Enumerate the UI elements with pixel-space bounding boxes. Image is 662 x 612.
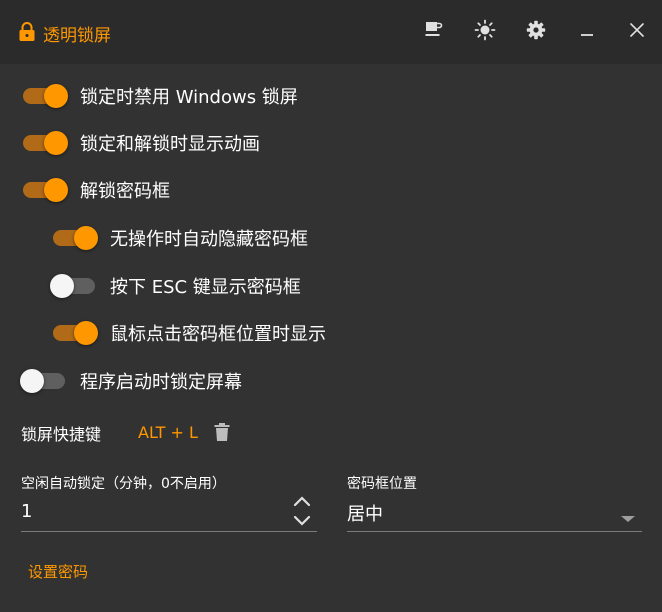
unlock-password-box-switch[interactable] — [20, 178, 68, 202]
auto-hide-box-label: 无操作时自动隐藏密码框 — [110, 229, 308, 250]
close-button[interactable] — [623, 18, 651, 46]
box-position-select[interactable]: 居中 — [347, 500, 383, 526]
switch-thumb — [20, 369, 44, 393]
setting-lock-on-start: 程序启动时锁定屏幕 — [20, 368, 242, 394]
minimize-icon — [579, 22, 595, 42]
switch-thumb — [44, 131, 68, 155]
stepper-up-icon[interactable] — [292, 493, 312, 512]
switch-thumb — [44, 84, 68, 108]
lock-on-start-label: 程序启动时锁定屏幕 — [80, 372, 242, 393]
trash-icon[interactable] — [213, 422, 231, 446]
minimize-button[interactable] — [573, 18, 601, 46]
setting-auto-hide-box: 无操作时自动隐藏密码框 — [50, 225, 308, 251]
switch-thumb — [74, 226, 98, 250]
idle-lock-underline — [21, 531, 317, 532]
app-window: 透明锁屏 锁定时禁用 Windows 锁屏 锁定和解锁时显示动画 解锁密码框 无… — [0, 0, 662, 612]
box-position-label: 密码框位置 — [347, 476, 417, 492]
settings-button[interactable] — [522, 18, 550, 46]
disable-windows-lock-switch[interactable] — [20, 84, 68, 108]
gear-icon — [526, 20, 546, 44]
unlock-password-box-label: 解锁密码框 — [80, 181, 170, 202]
auto-hide-box-switch[interactable] — [50, 226, 98, 250]
close-icon — [629, 22, 645, 42]
theme-button[interactable] — [471, 18, 499, 46]
idle-lock-input[interactable]: 1 — [21, 501, 32, 522]
setting-esc-show-box: 按下 ESC 键显示密码框 — [50, 273, 301, 299]
switch-thumb — [74, 321, 98, 345]
switch-thumb — [50, 274, 74, 298]
show-animation-switch[interactable] — [20, 131, 68, 155]
app-title: 透明锁屏 — [18, 21, 111, 46]
hotkey-label: 锁屏快捷键 — [21, 425, 102, 444]
esc-show-box-switch[interactable] — [50, 274, 98, 298]
setting-disable-windows-lock: 锁定时禁用 Windows 锁屏 — [20, 83, 298, 109]
setting-click-show-box: 鼠标点击密码框位置时显示 — [50, 320, 326, 346]
app-title-text: 透明锁屏 — [43, 26, 111, 46]
setting-show-animation: 锁定和解锁时显示动画 — [20, 130, 260, 156]
title-bar: 透明锁屏 — [0, 0, 662, 64]
hotkey-value[interactable]: ALT + L — [138, 423, 198, 442]
esc-show-box-label: 按下 ESC 键显示密码框 — [110, 277, 301, 298]
brightness-icon — [474, 19, 496, 45]
click-show-box-label: 鼠标点击密码框位置时显示 — [110, 324, 326, 345]
click-show-box-switch[interactable] — [50, 321, 98, 345]
set-password-button[interactable]: 设置密码 — [28, 561, 88, 582]
idle-lock-label: 空闲自动锁定（分钟，0不启用） — [21, 476, 226, 492]
show-animation-label: 锁定和解锁时显示动画 — [80, 134, 260, 155]
coffee-button[interactable] — [420, 18, 448, 46]
stepper-down-icon[interactable] — [292, 513, 312, 532]
coffee-icon — [424, 21, 444, 43]
lock-icon — [18, 21, 36, 46]
disable-windows-lock-label: 锁定时禁用 Windows 锁屏 — [80, 87, 298, 108]
chevron-down-icon[interactable] — [620, 508, 636, 527]
lock-on-start-switch[interactable] — [20, 369, 68, 393]
setting-unlock-password-box: 解锁密码框 — [20, 177, 170, 203]
box-position-underline — [347, 531, 642, 532]
switch-thumb — [44, 178, 68, 202]
